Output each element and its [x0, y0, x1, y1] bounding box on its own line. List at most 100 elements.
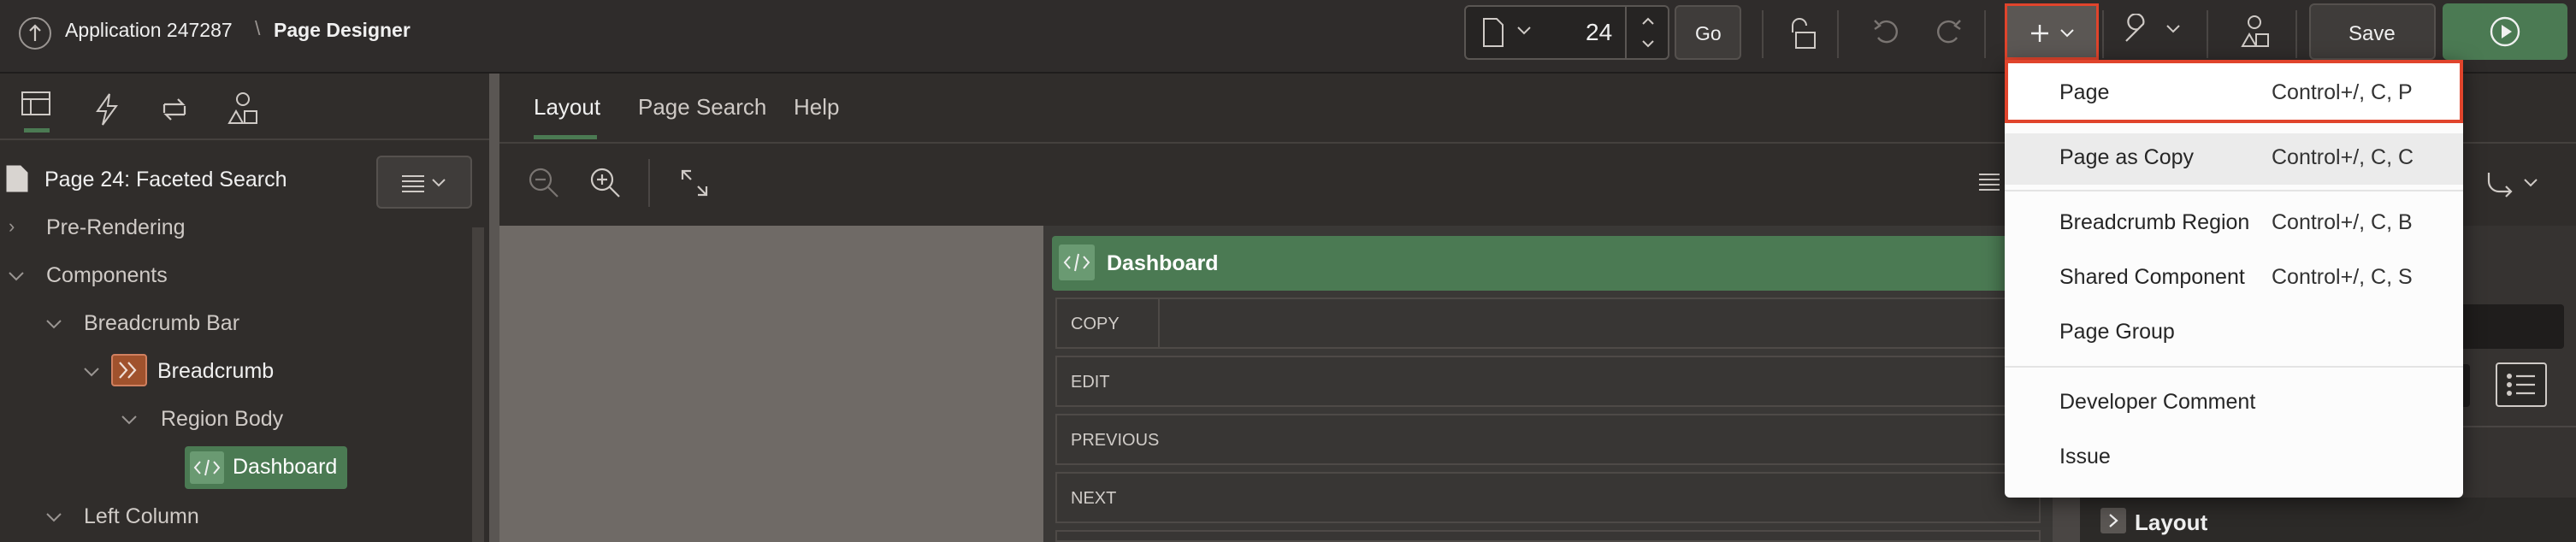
menu-divider [2005, 190, 2463, 191]
layout-canvas-left [499, 226, 1043, 542]
chevron-down-icon[interactable] [1515, 22, 1533, 44]
play-icon [2490, 16, 2520, 47]
chevron-down-icon[interactable] [7, 267, 26, 290]
toolbar-divider [1837, 10, 1839, 58]
copy-label: COPY [1071, 315, 1120, 333]
left-scrollbar[interactable] [472, 227, 484, 542]
tree-item-left-column[interactable]: Left Column [84, 504, 199, 529]
menu-item-breadcrumb-region[interactable]: Breadcrumb Region Control+/, C, B [2005, 198, 2463, 250]
menu-item-shared-component[interactable]: Shared Component Control+/, C, S [2005, 253, 2463, 304]
rendering-tab[interactable] [19, 89, 53, 133]
tree-item-region-body[interactable]: Region Body [161, 407, 283, 432]
code-region-icon [1059, 244, 1095, 280]
button-position-previous[interactable]: PREVIOUS [1055, 414, 2041, 465]
panel-divider [0, 138, 489, 140]
tree-item-dashboard-selected[interactable]: Dashboard [185, 446, 347, 489]
menu-item-issue[interactable]: Issue [2005, 433, 2463, 484]
list-view-button[interactable] [2496, 362, 2547, 407]
menu-item-label: Page Group [2059, 320, 2175, 344]
menu-item-developer-comment[interactable]: Developer Comment [2005, 378, 2463, 429]
tab-page-search[interactable]: Page Search [638, 94, 766, 121]
shared-components-icon[interactable] [2237, 14, 2272, 54]
menu-item-label: Page [2059, 80, 2110, 104]
left-panel: Page 24: Faceted Search › Pre-Rendering … [0, 74, 489, 542]
tree-item-components[interactable]: Components [46, 263, 168, 288]
expand-icon[interactable] [679, 168, 710, 203]
chevron-down-icon [2060, 29, 2074, 38]
menu-item-shortcut: Control+/, C, P [2272, 80, 2413, 104]
page-stepper[interactable] [1625, 7, 1669, 58]
tree-item-breadcrumb-bar[interactable]: Breadcrumb Bar [84, 311, 239, 336]
page-icon [5, 164, 29, 197]
up-arrow-icon[interactable] [19, 17, 51, 50]
run-button[interactable] [2443, 3, 2567, 60]
toolbar-divider [2207, 10, 2208, 58]
page-number-input[interactable]: 24 [1586, 19, 1612, 46]
save-button[interactable]: Save [2309, 3, 2436, 60]
layout-group-label: Layout [2135, 510, 2208, 535]
tab-layout[interactable]: Layout [534, 94, 600, 121]
previous-label: PREVIOUS [1071, 431, 1160, 450]
toolbar-divider [648, 159, 650, 207]
menu-item-label: Breadcrumb Region [2059, 210, 2250, 234]
menu-item-label: Page as Copy [2059, 145, 2195, 169]
chevron-right-icon [2100, 508, 2126, 533]
dashboard-region-header[interactable]: Dashboard [1052, 236, 2044, 291]
menu-item-page[interactable]: Page Control+/, C, P [2005, 60, 2463, 123]
tree-item-breadcrumb[interactable]: Breadcrumb [157, 359, 274, 384]
chevron-down-icon[interactable] [44, 315, 63, 338]
chevron-down-icon[interactable] [120, 410, 139, 433]
button-position-next[interactable]: NEXT [1055, 472, 2041, 523]
go-button[interactable]: Go [1675, 5, 1741, 60]
page-selector[interactable]: 24 [1464, 5, 1669, 60]
zoom-out-icon[interactable] [527, 166, 561, 204]
next-label: NEXT [1071, 489, 1117, 508]
route-icon[interactable] [2485, 169, 2545, 203]
chevron-down-icon[interactable] [82, 362, 101, 386]
menu-item-page-group[interactable]: Page Group [2005, 308, 2463, 359]
shared-components-tab-icon[interactable] [226, 91, 260, 131]
button-position-edit[interactable]: EDIT [1055, 356, 2041, 407]
panel-splitter[interactable] [489, 74, 499, 542]
toolbar-divider [1762, 10, 1764, 58]
create-dropdown-menu: Page Control+/, C, P Page as Copy Contro… [2005, 60, 2463, 498]
button-position-more[interactable] [1055, 530, 2041, 542]
menu-item-shortcut: Control+/, C, S [2272, 265, 2413, 289]
zoom-in-icon[interactable] [588, 166, 623, 204]
layout-group-header[interactable]: Layout [2080, 498, 2576, 542]
page-icon [1481, 17, 1505, 52]
wrench-icon[interactable] [2119, 13, 2188, 52]
menu-item-label: Developer Comment [2059, 390, 2256, 414]
page-title[interactable]: Page 24: Faceted Search [44, 168, 287, 192]
region-title: Dashboard [1107, 251, 1219, 275]
plus-icon [2031, 25, 2048, 42]
undo-icon[interactable] [1870, 15, 1904, 54]
processing-icon[interactable] [157, 92, 192, 131]
menu-item-page-as-copy[interactable]: Page as Copy Control+/, C, C [2005, 133, 2463, 185]
list-options-icon[interactable] [1977, 171, 2001, 197]
toolbar-divider [1984, 10, 1986, 58]
menu-item-shortcut: Control+/, C, C [2272, 145, 2414, 169]
unlock-icon[interactable] [1786, 15, 1820, 57]
redo-icon[interactable] [1931, 15, 1965, 54]
lightning-icon[interactable] [91, 92, 121, 131]
tab-layout-underline [534, 135, 597, 139]
edit-label: EDIT [1071, 373, 1110, 392]
menu-icon [402, 175, 446, 192]
toolbar-divider [2102, 10, 2104, 58]
go-label: Go [1695, 22, 1722, 44]
tree-item-dashboard: Dashboard [233, 455, 338, 479]
code-region-icon [190, 451, 224, 484]
button-position-copy[interactable]: COPY [1055, 298, 2041, 349]
chevron-down-icon[interactable] [44, 508, 63, 531]
create-button[interactable] [2005, 3, 2099, 60]
tree-item-pre-rendering[interactable]: Pre-Rendering [46, 215, 186, 240]
chevron-right-icon[interactable]: › [9, 215, 15, 238]
tab-help[interactable]: Help [794, 94, 839, 121]
save-label: Save [2349, 22, 2396, 45]
application-title[interactable]: Application 247287 [65, 19, 233, 42]
tree-menu-button[interactable] [376, 156, 472, 209]
breadcrumb-icon [111, 354, 147, 386]
menu-item-label: Issue [2059, 445, 2111, 468]
breadcrumb-separator: \ [255, 17, 261, 39]
